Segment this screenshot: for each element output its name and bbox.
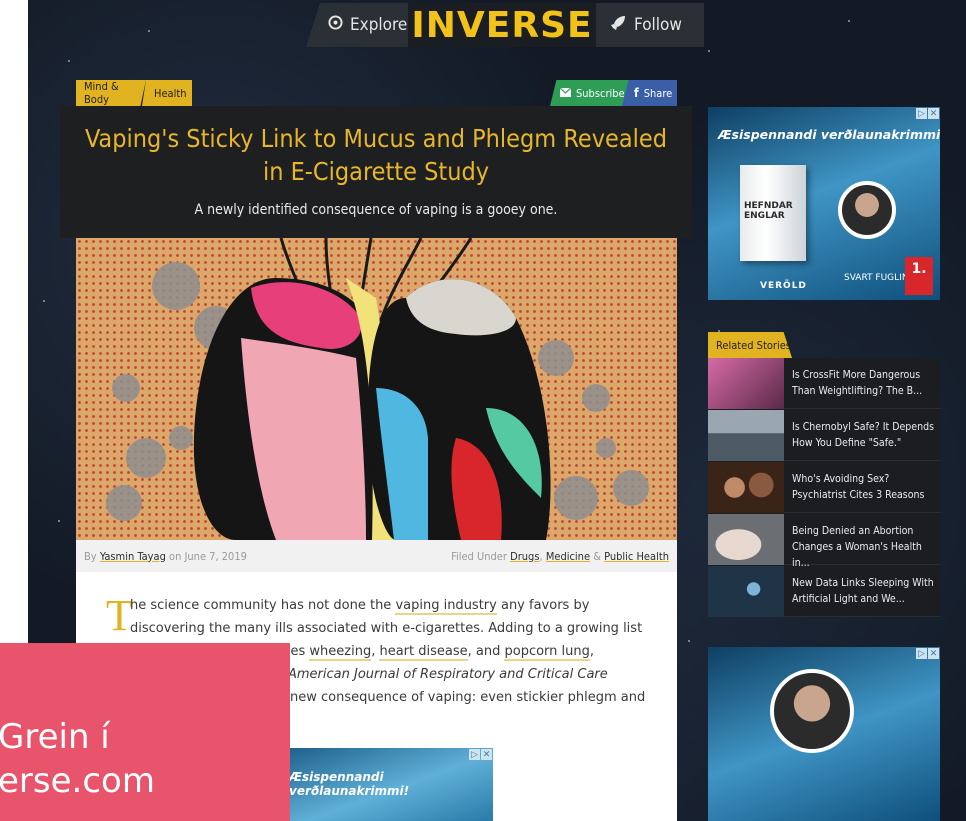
ad-info-icon[interactable]: ▷ [916,108,927,119]
body-line-2: discovering the many ills associated wit… [130,621,643,636]
related-item[interactable]: Being Denied an Abortion Changes a Woman… [708,514,940,569]
related-item[interactable]: New Data Links Sleeping With Artificial … [708,566,940,617]
related-title: Is CrossFit More Dangerous Than Weightli… [792,369,923,397]
envelope-icon [559,87,572,100]
inline-advertisement[interactable]: ▷ ✕ Æsispennandi verðlaunakrimmi! [283,748,493,821]
category-health[interactable]: Health [142,80,192,106]
related-stories-label: Related Stories [708,332,792,358]
article-subheadline: A newly identified consequence of vaping… [194,202,558,218]
filed-under: Filed Under Drugs, Medicine & Public Hea… [451,549,669,563]
ad-choices-bottom[interactable]: ▷ ✕ [916,648,939,659]
article-header: Vaping's Sticky Link to Mucus and Phlegm… [60,106,692,238]
category-mind-body[interactable]: Mind & Body [76,80,146,106]
related-thumbnail [708,462,784,513]
book-cover: HEFNDAR ENGLAR [740,165,806,261]
book-title: HEFNDAR ENGLAR [744,201,793,221]
related-title: New Data Links Sleeping With Artificial … [792,577,934,605]
caption-text: Grein í erse.com [0,717,155,801]
facebook-icon: f [634,86,639,100]
share-label: Share [643,86,673,100]
subscribe-button[interactable]: Subscribe [550,80,630,106]
body-line-3: udes wheezing, heart disease, and popcor… [274,644,595,661]
follow-label: Follow [634,15,682,35]
link-wheezing[interactable]: wheezing [309,644,372,661]
ad-info-icon[interactable]: ▷ [916,648,927,659]
sidebar-advertisement-bottom[interactable]: ▷ ✕ [708,647,940,821]
follow-button[interactable]: Follow [600,3,704,47]
byline-bar: By Yasmin Tayag on June 7, 2019 Filed Un… [76,540,677,572]
inverse-logo[interactable]: INVERSE [408,3,596,47]
body-line-4: American Journal of Respiratory and Crit… [288,667,608,682]
sidebar-advertisement-top[interactable]: ▷ ✕ Æsispennandi verðlaunakrimmi! HEFNDA… [708,107,940,300]
explore-label: Explore [350,15,408,35]
body-line-1: he science community has not done the va… [130,598,590,615]
author-portrait [838,181,896,239]
share-button[interactable]: f Share [622,80,677,106]
related-title: Being Denied an Abortion Changes a Woman… [792,525,922,569]
ad-close-icon[interactable]: ✕ [928,108,939,119]
body-line-5: new consequence of vaping: even stickier… [290,690,646,705]
ad-tagline: Æsispennandi verðlaunakrimmi! [718,127,940,142]
related-item[interactable]: Who's Avoiding Sex? Psychiatrist Cites 3… [708,462,940,513]
compass-icon [328,15,343,35]
related-item[interactable]: Is CrossFit More Dangerous Than Weightli… [708,358,940,409]
publish-date: on June 7, 2019 [169,549,247,563]
ad-close-icon[interactable]: ✕ [928,648,939,659]
link-popcorn-lung[interactable]: popcorn lung [504,644,590,661]
related-thumbnail [708,566,784,617]
related-title: Who's Avoiding Sex? Psychiatrist Cites 3… [792,473,925,501]
explore-button[interactable]: Explore [320,3,408,47]
subscribe-label: Subscribe [576,86,625,100]
author-portrait [770,669,854,753]
related-title: Is Chernobyl Safe? It Depends How You De… [792,421,935,449]
ad-choices[interactable]: ▷ ✕ [469,749,492,760]
related-thumbnail [708,410,784,461]
bestseller-badge: 1. [905,257,933,295]
related-thumbnail [708,514,784,565]
related-stories-list: Is CrossFit More Dangerous Than Weightli… [708,358,940,617]
caption-overlay: Grein í erse.com [0,643,290,821]
ad-info-icon[interactable]: ▷ [469,749,480,760]
byline-author-date: By Yasmin Tayag on June 7, 2019 [84,549,247,563]
related-item[interactable]: Is Chernobyl Safe? It Depends How You De… [708,410,940,461]
ad-close-icon[interactable]: ✕ [481,749,492,760]
ad-choices-top[interactable]: ▷ ✕ [916,108,939,119]
tag-medicine[interactable]: Medicine [546,550,590,563]
author-link[interactable]: Yasmin Tayag [100,550,166,563]
link-vaping-industry[interactable]: vaping industry [395,598,497,615]
tag-public-health[interactable]: Public Health [604,550,669,563]
inline-ad-tagline: Æsispennandi verðlaunakrimmi! [289,770,410,798]
drop-cap: T [106,591,133,640]
related-thumbnail [708,358,784,409]
publisher-logo: VERÖLD [760,281,807,291]
tag-drugs[interactable]: Drugs [510,550,539,563]
article-headline: Vaping's Sticky Link to Mucus and Phlegm… [84,124,668,186]
link-heart-disease[interactable]: heart disease [379,644,468,661]
rocket-icon [610,15,626,36]
hero-illustration-lungs [76,238,677,540]
